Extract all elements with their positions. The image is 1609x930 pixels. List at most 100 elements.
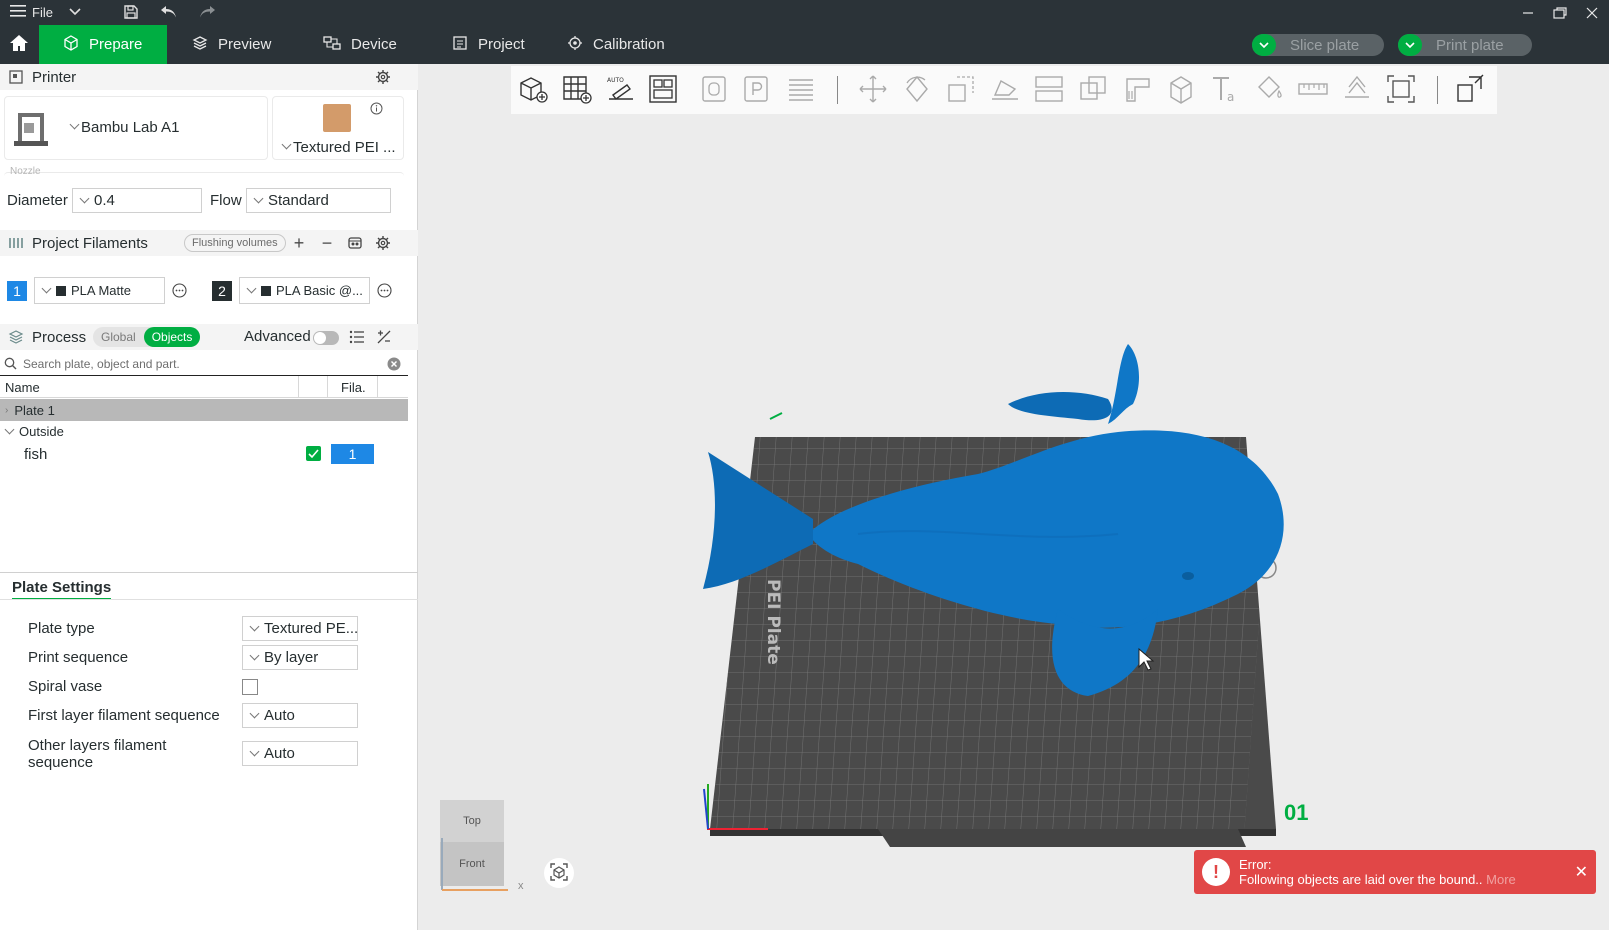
print-sequence-label: Print sequence bbox=[28, 649, 129, 666]
flow-label: Flow bbox=[210, 192, 242, 209]
chevron-down-icon[interactable] bbox=[1398, 34, 1422, 56]
edit-plate-icon[interactable] bbox=[769, 412, 783, 420]
printer-selector[interactable]: Bambu Lab A1 bbox=[4, 96, 268, 160]
chevron-down-icon[interactable] bbox=[64, 2, 86, 22]
object-visible-checkbox[interactable] bbox=[306, 446, 321, 461]
snapshot-button[interactable] bbox=[544, 858, 574, 888]
filament-1-number: 1 bbox=[7, 281, 27, 301]
clear-search-icon[interactable] bbox=[386, 356, 402, 372]
tree-row-plate[interactable]: › Plate 1 bbox=[0, 399, 408, 421]
tab-calibration[interactable]: Calibration bbox=[567, 25, 665, 64]
undo-icon[interactable] bbox=[158, 2, 180, 22]
chevron-down-icon bbox=[249, 746, 260, 757]
build-plate-scene: PEI Plate bbox=[703, 344, 1284, 847]
file-menu[interactable]: File bbox=[10, 3, 53, 22]
gear-icon[interactable] bbox=[374, 234, 392, 252]
view-cube[interactable]: Top Front x bbox=[440, 800, 524, 892]
error-message-text: Following objects are laid over the boun… bbox=[1239, 872, 1483, 887]
bambu-logo-icon bbox=[56, 285, 66, 296]
plate-type-select[interactable]: Textured PE... bbox=[242, 616, 358, 641]
object-filament-badge[interactable]: 1 bbox=[331, 444, 374, 464]
info-icon[interactable] bbox=[369, 101, 383, 115]
flushing-volumes-button[interactable]: Flushing volumes bbox=[184, 234, 286, 252]
error-notification: ! Error: Following objects are laid over… bbox=[1194, 850, 1596, 894]
close-icon[interactable]: ✕ bbox=[1575, 862, 1588, 882]
add-icon[interactable]: + bbox=[290, 233, 308, 253]
view-cube-top-label: Top bbox=[463, 815, 481, 827]
diameter-select[interactable]: 0.4 bbox=[72, 188, 202, 213]
close-icon[interactable] bbox=[1576, 0, 1608, 25]
remove-icon[interactable]: − bbox=[318, 233, 336, 253]
3d-viewport[interactable]: AUTO a PEI Plate 01 Top Front x ! Error:… bbox=[418, 64, 1609, 930]
objects-option[interactable]: Objects bbox=[143, 327, 201, 347]
sync-filament-icon[interactable] bbox=[346, 234, 364, 252]
print-sequence-select[interactable]: By layer bbox=[242, 645, 358, 670]
plate-settings-title[interactable]: Plate Settings bbox=[12, 579, 112, 600]
filament-1-select[interactable]: PLA Matte bbox=[34, 277, 165, 304]
list-icon[interactable] bbox=[348, 328, 366, 346]
chevron-down-icon bbox=[249, 621, 260, 632]
save-icon[interactable] bbox=[120, 2, 142, 22]
tab-preview[interactable]: Preview bbox=[192, 25, 271, 64]
menu-icon bbox=[10, 4, 26, 21]
compare-icon[interactable] bbox=[375, 328, 393, 346]
plate-swatch bbox=[323, 104, 351, 132]
more-options-icon[interactable] bbox=[376, 282, 392, 298]
advanced-label: Advanced bbox=[244, 328, 311, 345]
tab-project[interactable]: Project bbox=[452, 25, 525, 64]
print-plate-label: Print plate bbox=[1436, 36, 1504, 54]
flow-select[interactable]: Standard bbox=[246, 188, 391, 213]
home-icon bbox=[9, 33, 29, 56]
gear-icon[interactable] bbox=[374, 68, 392, 86]
filaments-section-title: Project Filaments bbox=[32, 234, 148, 252]
more-options-icon[interactable] bbox=[171, 282, 187, 298]
minimize-icon[interactable] bbox=[1512, 0, 1544, 25]
spiral-vase-checkbox[interactable] bbox=[242, 679, 258, 695]
first-layer-sequence-select[interactable]: Auto bbox=[242, 703, 358, 728]
first-layer-sequence-value: Auto bbox=[264, 707, 295, 724]
chevron-down-icon bbox=[249, 650, 260, 661]
plate-type-label: Textured PEI ... bbox=[293, 139, 396, 156]
home-button[interactable] bbox=[0, 25, 38, 64]
column-divider bbox=[327, 376, 328, 398]
tree-row-outside[interactable]: Outside bbox=[0, 420, 408, 442]
tab-device[interactable]: Device bbox=[323, 25, 397, 64]
flow-value: Standard bbox=[268, 192, 329, 209]
tab-prepare[interactable]: Prepare bbox=[39, 25, 167, 64]
chevron-down-icon bbox=[249, 708, 260, 719]
chevron-down-icon[interactable] bbox=[1252, 34, 1276, 56]
plate-settings-header: Plate Settings bbox=[0, 572, 418, 600]
redo-icon[interactable] bbox=[196, 2, 218, 22]
spiral-vase-label: Spiral vase bbox=[28, 678, 103, 695]
bambu-logo-icon bbox=[261, 285, 271, 296]
search-input[interactable]: Search plate, object and part. bbox=[23, 357, 180, 371]
diameter-label: Diameter bbox=[7, 192, 68, 209]
filament-2-name: PLA Basic @... bbox=[276, 283, 363, 298]
filament-2-select[interactable]: PLA Basic @... bbox=[239, 277, 370, 304]
tree-row-object[interactable]: fish 1 bbox=[0, 442, 408, 466]
title-bar: File bbox=[0, 0, 1609, 25]
cube-icon bbox=[63, 34, 79, 55]
tab-project-label: Project bbox=[478, 36, 525, 53]
camera-reset-icon bbox=[549, 862, 569, 885]
error-more-link[interactable]: More bbox=[1486, 872, 1516, 887]
other-layers-sequence-select[interactable]: Auto bbox=[242, 741, 358, 766]
process-scope-toggle[interactable]: Global Objects bbox=[93, 327, 201, 347]
first-layer-sequence-label: First layer filament sequence bbox=[28, 707, 220, 724]
print-plate-button[interactable]: Print plate bbox=[1398, 34, 1532, 56]
file-menu-label: File bbox=[32, 5, 53, 20]
printer-icon bbox=[8, 69, 24, 85]
maximize-icon[interactable] bbox=[1544, 0, 1576, 25]
chevron-down-icon bbox=[253, 193, 264, 204]
slice-plate-button[interactable]: Slice plate bbox=[1252, 34, 1384, 56]
global-option[interactable]: Global bbox=[93, 327, 144, 347]
flushing-volumes-label: Flushing volumes bbox=[192, 237, 278, 249]
object-search[interactable]: Search plate, object and part. bbox=[0, 352, 408, 376]
plate-type-selector[interactable]: Textured PEI ... bbox=[272, 96, 404, 160]
diameter-value: 0.4 bbox=[94, 192, 115, 209]
divider bbox=[0, 599, 418, 600]
tab-calibration-label: Calibration bbox=[593, 36, 665, 53]
advanced-toggle[interactable] bbox=[313, 331, 339, 345]
column-filament: Fila. bbox=[341, 380, 366, 395]
filament-icon bbox=[8, 236, 24, 250]
